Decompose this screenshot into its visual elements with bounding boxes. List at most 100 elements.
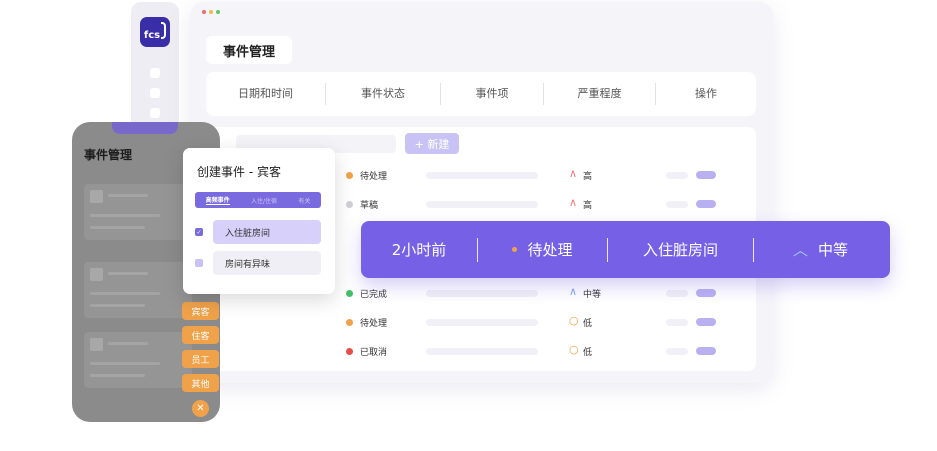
status-label: 待处理 xyxy=(360,172,388,182)
action-placeholder[interactable] xyxy=(666,290,688,297)
severity-high-icon: ∧ xyxy=(569,196,578,209)
placeholder-bar xyxy=(426,290,538,297)
severity-low-icon: ○ xyxy=(569,343,579,356)
placeholder-line xyxy=(90,214,160,217)
placeholder-line xyxy=(108,342,148,345)
column-status[interactable]: 事件状态 xyxy=(326,83,441,105)
event-summary-banner[interactable]: 2小时前 待处理 入住脏房间 ︿ 中等 xyxy=(361,221,890,278)
placeholder-line xyxy=(90,304,145,307)
placeholder-line xyxy=(108,272,148,275)
placeholder-bar xyxy=(426,201,538,208)
placeholder-line xyxy=(108,194,148,197)
status-dot xyxy=(346,201,353,208)
tab-frequent[interactable]: 高频事件 xyxy=(205,195,230,205)
status-dot xyxy=(512,247,518,252)
placeholder-icon xyxy=(90,268,103,281)
category-staff-button[interactable]: 员工 xyxy=(182,350,219,368)
action-button[interactable] xyxy=(696,347,716,355)
modal-title: 创建事件 - 宾客 xyxy=(197,165,281,179)
severity-label: 中等 xyxy=(583,290,602,300)
placeholder-line xyxy=(90,292,160,295)
app-logo[interactable]: fcs xyxy=(140,17,170,47)
tab-checkin[interactable]: 入住/住宿 xyxy=(251,196,277,205)
banner-severity: ︿ 中等 xyxy=(754,238,887,262)
severity-label: 低 xyxy=(583,348,593,358)
column-actions: 操作 xyxy=(695,87,717,100)
checkbox-checked-icon[interactable]: ✓ xyxy=(195,228,203,236)
placeholder-line xyxy=(90,226,145,229)
severity-medium-icon: ∧ xyxy=(569,285,578,298)
event-option[interactable]: 房间有异味 xyxy=(195,251,323,275)
status-dot xyxy=(346,319,353,326)
window-controls xyxy=(202,10,220,14)
checkbox-unchecked-icon[interactable] xyxy=(195,259,203,267)
close-window-icon[interactable] xyxy=(202,10,206,14)
placeholder-bar xyxy=(426,172,538,179)
table-row[interactable]: 已取消 ○ 低 xyxy=(206,342,756,362)
banner-severity-label: 中等 xyxy=(818,241,849,259)
close-icon[interactable]: ✕ xyxy=(192,400,209,417)
maximize-window-icon[interactable] xyxy=(216,10,220,14)
phone-list-item[interactable] xyxy=(84,184,192,240)
action-button[interactable] xyxy=(696,289,716,297)
event-option-label: 入住脏房间 xyxy=(213,220,321,244)
column-severity[interactable]: 严重程度 xyxy=(544,83,656,105)
placeholder-line xyxy=(90,374,145,377)
category-resident-button[interactable]: 住客 xyxy=(182,326,219,344)
action-placeholder[interactable] xyxy=(666,348,688,355)
severity-label: 高 xyxy=(583,172,593,182)
placeholder-bar xyxy=(426,319,538,326)
phone-list-item[interactable] xyxy=(84,262,192,318)
tab-related[interactable]: 有关 xyxy=(298,196,310,205)
stage: fcs 事件管理 日期和时间 事件状态 事件项 严重程度 操作 + 新建 待处理 xyxy=(0,0,937,451)
status-label: 已完成 xyxy=(360,290,388,300)
severity-medium-icon: ︿ xyxy=(792,241,808,259)
modal-tabs: 高频事件 入住/住宿 有关 xyxy=(195,192,321,208)
logo-text: fcs xyxy=(143,29,161,41)
new-event-button[interactable]: + 新建 xyxy=(405,133,459,154)
severity-label: 高 xyxy=(583,201,593,211)
banner-status: 待处理 xyxy=(478,238,607,262)
action-placeholder[interactable] xyxy=(666,172,688,179)
placeholder-icon xyxy=(90,338,103,351)
category-other-button[interactable]: 其他 xyxy=(182,374,219,392)
action-button[interactable] xyxy=(696,318,716,326)
category-guest-button[interactable]: 宾客 xyxy=(182,302,219,320)
sidebar-item-3[interactable] xyxy=(150,108,160,118)
minimize-window-icon[interactable] xyxy=(209,10,213,14)
banner-item: 入住脏房间 xyxy=(642,241,718,259)
status-dot xyxy=(346,172,353,179)
create-event-modal: 创建事件 - 宾客 高频事件 入住/住宿 有关 ✓ 入住脏房间 房间有异味 xyxy=(183,148,335,294)
banner-status-label: 待处理 xyxy=(527,241,573,259)
status-dot xyxy=(346,290,353,297)
column-datetime[interactable]: 日期和时间 xyxy=(206,83,326,105)
status-label: 已取消 xyxy=(360,348,388,358)
table-header: 日期和时间 事件状态 事件项 严重程度 操作 xyxy=(206,72,756,116)
page-title: 事件管理 xyxy=(206,36,292,64)
severity-low-icon: ○ xyxy=(569,314,579,327)
table-row[interactable]: 待处理 ○ 低 xyxy=(206,313,756,333)
action-placeholder[interactable] xyxy=(666,201,688,208)
action-button[interactable] xyxy=(696,200,716,208)
phone-notch xyxy=(112,122,178,134)
placeholder-line xyxy=(90,362,160,365)
action-button[interactable] xyxy=(696,171,716,179)
column-item[interactable]: 事件项 xyxy=(441,83,544,105)
phone-list-item[interactable] xyxy=(84,332,192,388)
phone-title: 事件管理 xyxy=(84,148,133,162)
banner-time: 2小时前 xyxy=(391,241,447,259)
event-option[interactable]: ✓ 入住脏房间 xyxy=(195,220,323,244)
severity-high-icon: ∧ xyxy=(569,167,578,180)
action-placeholder[interactable] xyxy=(666,319,688,326)
severity-label: 低 xyxy=(583,319,593,329)
event-option-label: 房间有异味 xyxy=(213,251,321,275)
sidebar-item-1[interactable] xyxy=(150,68,160,78)
status-label: 待处理 xyxy=(360,319,388,329)
sidebar-item-2[interactable] xyxy=(150,88,160,98)
logo-mark-icon xyxy=(161,22,166,39)
placeholder-bar xyxy=(426,348,538,355)
status-dot xyxy=(346,348,353,355)
sidebar: fcs xyxy=(131,2,179,132)
status-label: 草稿 xyxy=(360,201,379,211)
placeholder-icon xyxy=(90,190,103,203)
